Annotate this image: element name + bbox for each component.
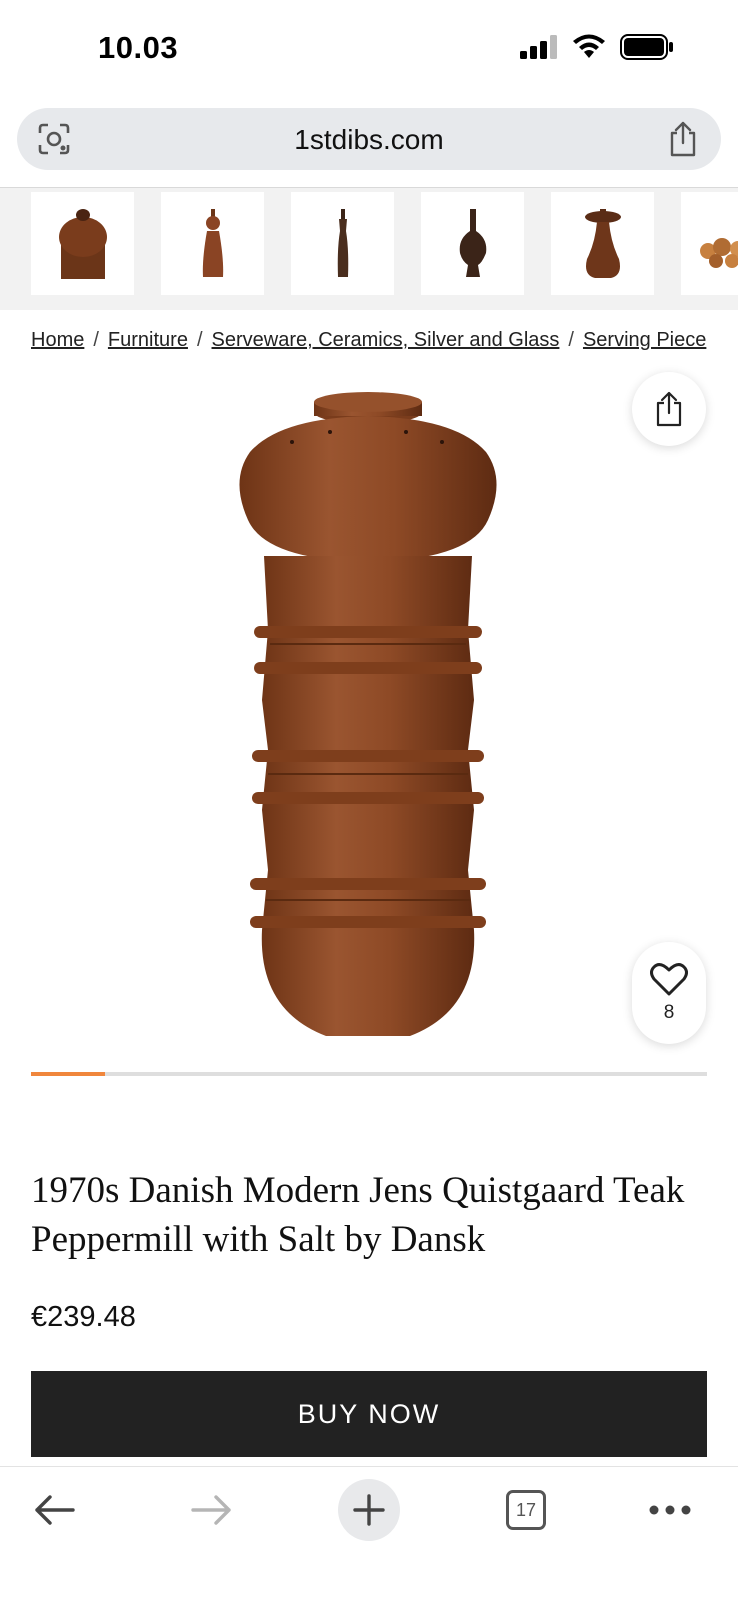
breadcrumb-serveware[interactable]: Serveware, Ceramics, Silver and Glass [212, 329, 560, 351]
tab-switcher-button[interactable]: 17 [486, 1467, 566, 1553]
forward-button[interactable] [172, 1467, 252, 1553]
menu-button[interactable] [630, 1467, 710, 1553]
buy-now-button[interactable]: BUY NOW [31, 1371, 707, 1457]
share-product-button[interactable] [632, 372, 706, 446]
new-tab-circle [338, 1479, 400, 1541]
status-time: 10.03 [98, 30, 179, 65]
plus-icon [353, 1494, 385, 1526]
forward-arrow-icon [191, 1495, 231, 1525]
breadcrumb-separator: / [196, 329, 203, 351]
thumbnail-1[interactable] [31, 192, 134, 295]
favorite-button[interactable]: 8 [632, 942, 706, 1044]
address-bar[interactable]: 1stdibs.com [17, 108, 721, 170]
thumbnail-2[interactable] [161, 192, 264, 295]
thumbnail-4[interactable] [421, 192, 524, 295]
cellular-signal-icon [520, 35, 557, 59]
breadcrumb-serving-piece[interactable]: Serving Piece [583, 329, 706, 351]
breadcrumb-separator: / [93, 329, 99, 351]
gallery-progress-fill [31, 1072, 106, 1076]
heart-icon [650, 963, 688, 996]
status-icons [520, 34, 674, 60]
share-icon [656, 391, 682, 427]
product-image[interactable] [210, 390, 530, 1050]
product-title: 1970s Danish Modern Jens Quistgaard Teak… [31, 1170, 685, 1260]
breadcrumb-separator: / [568, 329, 574, 351]
status-bar: 10.03 [0, 0, 738, 100]
favorite-count: 8 [663, 1002, 675, 1023]
product-price: €239.48 [31, 1301, 136, 1333]
battery-icon [620, 34, 673, 60]
new-tab-button[interactable] [329, 1467, 409, 1553]
url-text: 1stdibs.com [294, 124, 444, 155]
breadcrumb: Home / Furniture / Serveware, Ceramics, Silv… [31, 329, 738, 352]
share-icon[interactable] [667, 120, 699, 158]
tab-count: 17 [506, 1490, 546, 1530]
thumbnail-6[interactable] [681, 192, 738, 295]
gallery-progress [31, 1072, 707, 1076]
thumbnail-3[interactable] [291, 192, 394, 295]
back-arrow-icon [35, 1495, 75, 1525]
breadcrumb-furniture[interactable]: Furniture [108, 329, 188, 351]
browser-toolbar: 17 [0, 1466, 738, 1600]
more-options-icon [649, 1505, 691, 1515]
wifi-icon [573, 34, 605, 58]
back-button[interactable] [14, 1467, 94, 1553]
thumbnail-5[interactable] [551, 192, 654, 295]
breadcrumb-home[interactable]: Home [31, 329, 84, 351]
thumbnail-strip[interactable] [0, 188, 738, 310]
